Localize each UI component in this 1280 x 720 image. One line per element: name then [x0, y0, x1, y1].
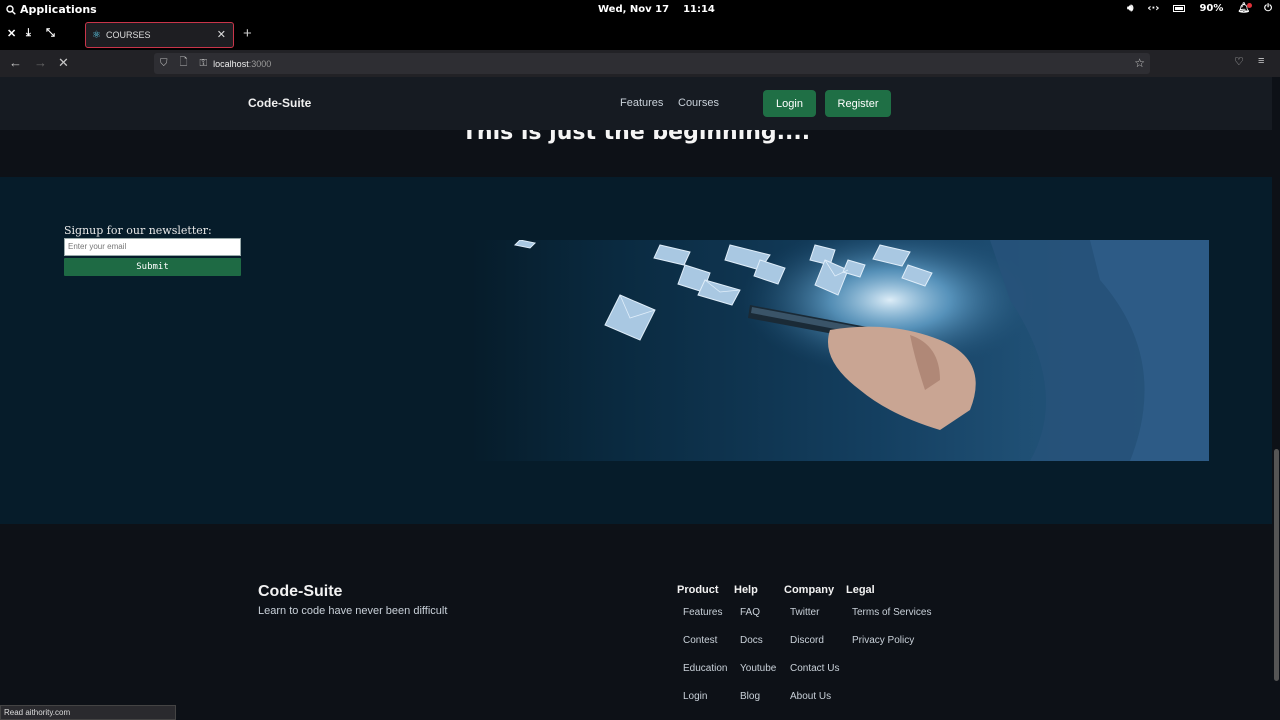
- close-window-icon[interactable]: ✕: [7, 27, 16, 40]
- nav-link-courses[interactable]: Courses: [678, 97, 719, 109]
- hand-phone-envelopes-illustration: [513, 240, 1209, 461]
- page-scrollbar[interactable]: [1272, 77, 1280, 720]
- footer-logo[interactable]: Code-Suite: [258, 583, 342, 601]
- notification-bell-icon[interactable]: 🔔︎: [1237, 3, 1252, 14]
- url-port: :3000: [248, 58, 272, 69]
- shield-icon[interactable]: ⛉: [160, 58, 168, 69]
- search-icon: [6, 4, 16, 15]
- newsletter-hero-image: [470, 240, 1209, 461]
- footer-link-discord[interactable]: Discord: [790, 635, 824, 646]
- url-text[interactable]: localhost:3000: [213, 59, 271, 69]
- footer-column-title-help: Help: [734, 584, 758, 596]
- battery-icon[interactable]: [1173, 5, 1186, 12]
- footer-link-login[interactable]: Login: [683, 691, 707, 702]
- clock-time: 11:14: [683, 4, 715, 15]
- footer-link-education[interactable]: Education: [683, 663, 727, 674]
- new-tab-plus-icon[interactable]: +: [243, 25, 252, 42]
- tab-courses[interactable]: ⚛ COURSES ✕: [85, 22, 234, 48]
- footer-column-title-product: Product: [677, 584, 719, 596]
- footer-link-youtube[interactable]: Youtube: [740, 663, 776, 674]
- clock-date: Wed, Nov 17: [598, 4, 670, 15]
- tab-title: COURSES: [105, 30, 151, 40]
- footer-link-twitter[interactable]: Twitter: [790, 607, 819, 618]
- react-favicon-icon: ⚛: [92, 29, 101, 41]
- address-bar[interactable]: ⛉ 🗋︎ ⚿ localhost:3000 ☆: [154, 53, 1150, 74]
- footer-tagline: Learn to code have never been difficult: [258, 605, 448, 617]
- applications-menu[interactable]: Applications: [6, 3, 97, 16]
- battery-percent: 90%: [1199, 3, 1224, 14]
- footer-link-terms[interactable]: Terms of Services: [852, 607, 931, 618]
- tab-strip: ✕ ⤓ ⤡ ⚛ COURSES ✕ +: [0, 20, 1280, 50]
- web-page: Code-Suite Features Courses Login Regist…: [0, 77, 1280, 720]
- forward-arrow-icon[interactable]: →: [34, 55, 47, 70]
- power-icon[interactable]: ⏻: [1264, 3, 1272, 14]
- footer-link-about-us[interactable]: About Us: [790, 691, 831, 702]
- applications-label: Applications: [20, 3, 97, 16]
- footer-column-title-legal: Legal: [846, 584, 875, 596]
- system-tray: 🔊︎ ‹·› 90% 🔔︎ ⏻: [1127, 3, 1272, 14]
- scrollbar-thumb[interactable]: [1274, 449, 1279, 681]
- footer-column-title-company: Company: [784, 584, 835, 596]
- clock[interactable]: Wed, Nov 17 11:14: [598, 4, 729, 15]
- site-header: Code-Suite Features Courses Login Regist…: [0, 77, 1272, 130]
- footer-link-docs[interactable]: Docs: [740, 635, 763, 646]
- login-button[interactable]: Login: [763, 90, 816, 117]
- nav-link-features[interactable]: Features: [620, 97, 663, 109]
- footer-link-privacy[interactable]: Privacy Policy: [852, 635, 914, 646]
- hamburger-menu-icon[interactable]: ≡: [1258, 55, 1264, 67]
- site-logo[interactable]: Code-Suite: [248, 96, 311, 110]
- bookmark-star-icon[interactable]: ☆: [1134, 56, 1145, 70]
- navigation-bar: ← → ✕ ⛉ 🗋︎ ⚿ localhost:3000 ☆ ♡ ≡: [0, 50, 1280, 77]
- footer-link-features[interactable]: Features: [683, 607, 722, 618]
- stop-loading-icon[interactable]: ✕: [58, 55, 69, 71]
- footer-link-blog[interactable]: Blog: [740, 691, 760, 702]
- volume-icon[interactable]: 🔊︎: [1127, 3, 1133, 14]
- pocket-icon[interactable]: ♡: [1234, 55, 1244, 68]
- newsletter-submit-button[interactable]: Submit: [64, 258, 241, 276]
- page-icon: 🗋︎: [179, 57, 188, 68]
- footer-link-faq[interactable]: FAQ: [740, 607, 760, 618]
- footer-link-contact-us[interactable]: Contact Us: [790, 663, 839, 674]
- key-icon[interactable]: ⚿: [200, 58, 208, 69]
- download-icon[interactable]: ⤓: [26, 27, 31, 40]
- network-icon[interactable]: ‹·›: [1147, 3, 1159, 14]
- newsletter-email-input[interactable]: Enter your email: [64, 238, 241, 256]
- url-host: localhost: [213, 58, 249, 69]
- tab-close-icon[interactable]: ✕: [217, 28, 226, 41]
- site-footer: Code-Suite Learn to code have never been…: [0, 524, 1272, 720]
- register-button[interactable]: Register: [825, 90, 891, 117]
- footer-link-contest[interactable]: Contest: [683, 635, 717, 646]
- newsletter-label: Signup for our newsletter:: [64, 224, 212, 237]
- back-arrow-icon[interactable]: ←: [9, 55, 22, 70]
- minimize-arrows-icon[interactable]: ⤡: [46, 27, 55, 40]
- os-top-bar: Applications Wed, Nov 17 11:14 🔊︎ ‹·› 90%…: [0, 0, 1280, 20]
- status-bar-link-preview: Read aithority.com: [0, 705, 176, 720]
